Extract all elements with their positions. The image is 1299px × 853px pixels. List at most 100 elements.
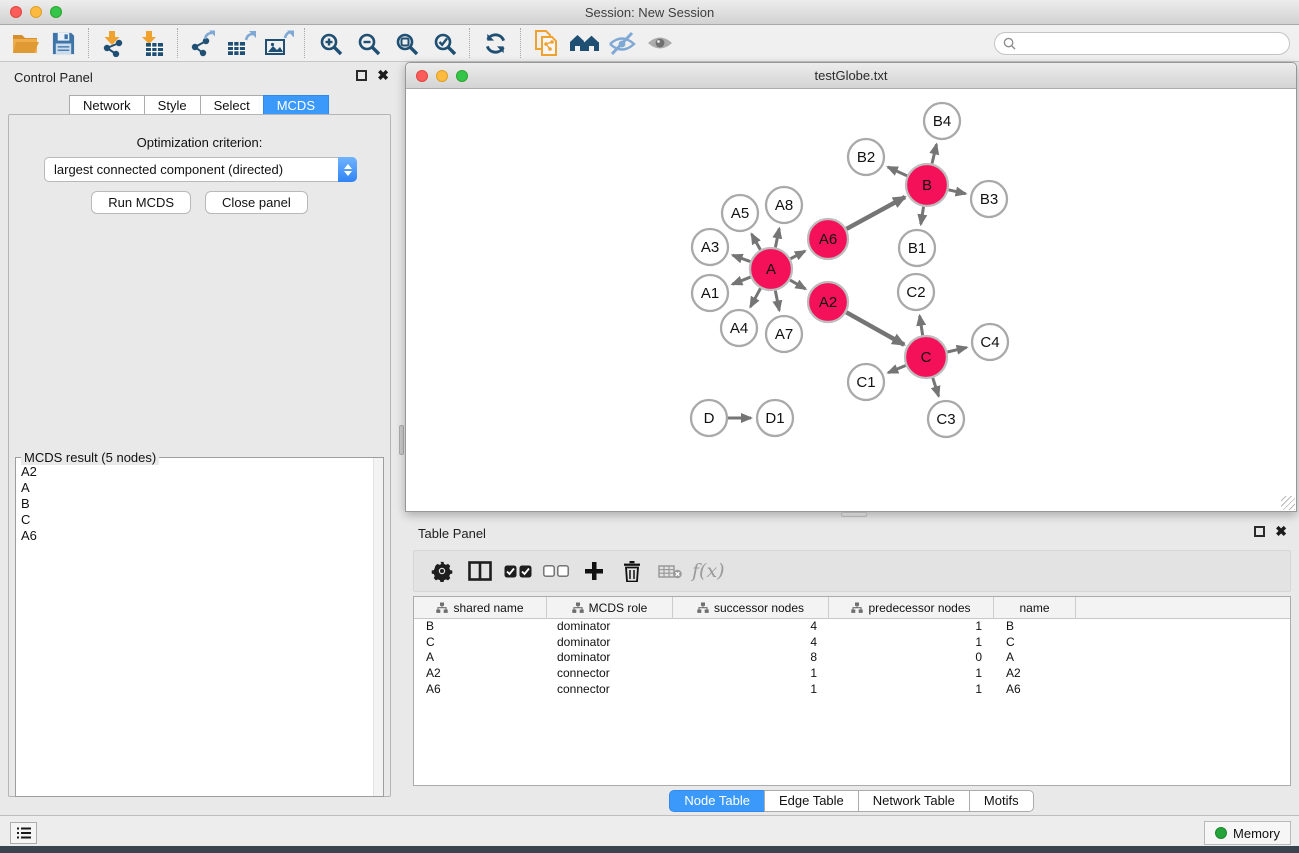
zoom-in-button[interactable]: [315, 28, 345, 58]
graph-node-A6[interactable]: A6: [808, 219, 848, 259]
edge-B-B4[interactable]: [932, 144, 937, 163]
table-row[interactable]: A6connector11A6: [414, 682, 1290, 698]
select-all-columns-button[interactable]: [502, 555, 534, 587]
graph-node-B[interactable]: B: [906, 164, 948, 206]
show-all-button[interactable]: [645, 28, 675, 58]
search-box[interactable]: [994, 32, 1290, 55]
edge-A-A7[interactable]: [775, 291, 779, 311]
network-resize-grip[interactable]: [1281, 496, 1295, 510]
edge-A-A4[interactable]: [750, 288, 760, 307]
tab-select[interactable]: Select: [200, 95, 264, 116]
close-panel-button[interactable]: Close panel: [205, 191, 308, 214]
mcds-result-list[interactable]: A2ABCA6: [16, 460, 373, 796]
table-panel-close-button[interactable]: ✖: [1275, 526, 1287, 537]
deselect-all-columns-button[interactable]: [540, 555, 572, 587]
graph-node-C1[interactable]: C1: [848, 364, 884, 400]
edge-A-A6[interactable]: [790, 251, 805, 259]
mcds-result-item[interactable]: A2: [21, 464, 373, 480]
graph-node-C[interactable]: C: [905, 336, 947, 378]
vertical-splitter-handle[interactable]: [399, 425, 404, 455]
edge-A-A2[interactable]: [790, 280, 805, 289]
zoom-selected-button[interactable]: [429, 28, 459, 58]
graph-node-A3[interactable]: A3: [692, 229, 728, 265]
open-session-button[interactable]: [10, 28, 40, 58]
edge-C-C4[interactable]: [947, 347, 966, 352]
graph-node-A4[interactable]: A4: [721, 310, 757, 346]
tab-mcds[interactable]: MCDS: [263, 95, 329, 116]
hide-selected-button[interactable]: [607, 28, 637, 58]
delete-column-button[interactable]: [616, 555, 648, 587]
node-table[interactable]: shared nameMCDS rolesuccessor nodesprede…: [413, 596, 1291, 786]
network-window-titlebar[interactable]: testGlobe.txt: [406, 63, 1296, 89]
criterion-dropdown[interactable]: largest connected component (directed): [44, 157, 357, 182]
mcds-result-item[interactable]: C: [21, 512, 373, 528]
refresh-button[interactable]: [480, 28, 510, 58]
horizontal-splitter-handle[interactable]: [841, 512, 867, 517]
control-panel-close-button[interactable]: ✖: [377, 70, 389, 81]
save-session-button[interactable]: [48, 28, 78, 58]
mcds-result-item[interactable]: A6: [21, 528, 373, 544]
edge-C-C3[interactable]: [933, 378, 939, 396]
tab-network[interactable]: Network: [69, 95, 145, 116]
graph-node-B1[interactable]: B1: [899, 230, 935, 266]
graph-node-B2[interactable]: B2: [848, 139, 884, 175]
import-network-button[interactable]: [99, 28, 129, 58]
table-panel-float-button[interactable]: [1254, 526, 1265, 537]
graph-node-A[interactable]: A: [750, 248, 792, 290]
graph-node-D1[interactable]: D1: [757, 400, 793, 436]
tab-style[interactable]: Style: [144, 95, 201, 116]
mcds-result-scrollbar[interactable]: [373, 458, 383, 796]
export-network-button[interactable]: [188, 28, 218, 58]
graph-node-A2[interactable]: A2: [808, 282, 848, 322]
table-row[interactable]: Adominator80A: [414, 650, 1290, 666]
edge-A-A8[interactable]: [775, 229, 779, 248]
graph-node-A5[interactable]: A5: [722, 195, 758, 231]
zoom-fit-button[interactable]: [391, 28, 421, 58]
column-header-successor-nodes[interactable]: successor nodes: [673, 597, 829, 618]
graph-node-C3[interactable]: C3: [928, 401, 964, 437]
network-canvas[interactable]: B4B2BB3A8A5A6A3B1AA1C2A2A4A7C4CC1C3DD1: [406, 89, 1296, 511]
copy-networks-button[interactable]: [531, 28, 561, 58]
edge-B-B3[interactable]: [948, 190, 965, 194]
table-settings-gear-button[interactable]: [426, 555, 458, 587]
edge-A2-C[interactable]: [846, 312, 904, 344]
column-header-predecessor-nodes[interactable]: predecessor nodes: [829, 597, 994, 618]
graph-node-B4[interactable]: B4: [924, 103, 960, 139]
add-column-button[interactable]: [578, 555, 610, 587]
network-graph[interactable]: B4B2BB3A8A5A6A3B1AA1C2A2A4A7C4CC1C3DD1: [406, 89, 1296, 511]
search-input[interactable]: [1021, 37, 1289, 51]
graph-node-C2[interactable]: C2: [898, 274, 934, 310]
edge-A-A1[interactable]: [732, 277, 750, 284]
edge-B-B2[interactable]: [888, 167, 907, 176]
graph-node-D[interactable]: D: [691, 400, 727, 436]
edge-A-A5[interactable]: [752, 234, 761, 250]
edge-C-C1[interactable]: [888, 365, 906, 372]
tab-motifs[interactable]: Motifs: [969, 790, 1034, 812]
column-header-name[interactable]: name: [994, 597, 1076, 618]
tab-node-table[interactable]: Node Table: [669, 790, 765, 812]
graph-node-A1[interactable]: A1: [692, 275, 728, 311]
task-history-button[interactable]: [10, 822, 37, 844]
table-row[interactable]: A2connector11A2: [414, 666, 1290, 682]
mcds-result-item[interactable]: A: [21, 480, 373, 496]
edge-A-A3[interactable]: [733, 255, 751, 261]
column-header-MCDS-role[interactable]: MCDS role: [547, 597, 673, 618]
column-header-shared-name[interactable]: shared name: [414, 597, 547, 618]
table-row[interactable]: Cdominator41C: [414, 635, 1290, 651]
graph-node-A8[interactable]: A8: [766, 187, 802, 223]
tab-network-table[interactable]: Network Table: [858, 790, 970, 812]
control-panel-float-button[interactable]: [356, 70, 367, 81]
export-table-button[interactable]: [226, 28, 256, 58]
tab-edge-table[interactable]: Edge Table: [764, 790, 859, 812]
table-row[interactable]: Bdominator41B: [414, 619, 1290, 635]
graph-node-C4[interactable]: C4: [972, 324, 1008, 360]
export-image-button[interactable]: [264, 28, 294, 58]
memory-button[interactable]: Memory: [1204, 821, 1291, 845]
mcds-result-item[interactable]: B: [21, 496, 373, 512]
graph-node-A7[interactable]: A7: [766, 316, 802, 352]
edge-B-B1[interactable]: [921, 207, 924, 225]
split-panel-button[interactable]: [464, 555, 496, 587]
edge-A6-B[interactable]: [846, 197, 905, 229]
home-button[interactable]: [569, 28, 599, 58]
run-mcds-button[interactable]: Run MCDS: [91, 191, 191, 214]
